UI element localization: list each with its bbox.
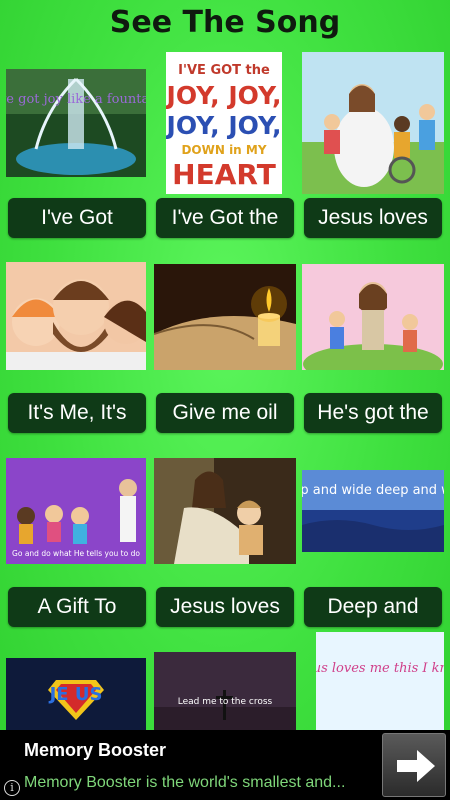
thumb-text: Lead me to the cross [178,697,273,707]
song-button-7[interactable]: A Gift To [8,587,146,627]
ad-title: Memory Booster [24,740,167,760]
deep-and-wide-thumbnail: Deep and wide deep and wide [302,470,444,552]
cartoon-faces-thumbnail [6,262,146,370]
thumb-text: I've got joy like a fountain [6,92,146,107]
song-button-4[interactable]: It's Me, It's [8,393,146,433]
joy-poster-thumbnail: I'VE GOT the JOY, JOY, JOY, JOY, DOWN in… [166,52,282,194]
song-thumbnail-7[interactable]: Go and do what He tells you to do [6,458,146,564]
song-button-5[interactable]: Give me oil [156,393,294,433]
ad-description: Memory Booster is the world's smallest a… [24,774,346,791]
thumb-text: JE US [48,684,103,705]
song-button-2[interactable]: I've Got the [156,198,294,238]
superman-jesus-thumbnail: JE US [6,658,146,730]
jesus-loves-me-thumbnail: Jesus loves me this I know [316,632,444,730]
fountain-thumbnail: I've got joy like a fountain [6,69,146,177]
song-button-9[interactable]: Deep and [304,587,442,627]
thumb-text: Deep and wide deep and wide [302,483,444,498]
song-thumbnail-12[interactable]: Jesus loves me this I know [316,632,444,730]
song-button-6[interactable]: He's got the [304,393,442,433]
kids-purple-thumbnail: Go and do what He tells you to do [6,458,146,564]
song-thumbnail-2[interactable]: I'VE GOT the JOY, JOY, JOY, JOY, DOWN in… [166,52,282,194]
ad-arrow-button[interactable] [382,733,446,797]
song-thumbnail-9[interactable]: Deep and wide deep and wide [302,470,444,552]
right-arrow-icon [397,750,435,782]
jesus-holding-child-thumbnail [154,458,296,564]
lead-me-cross-thumbnail: Lead me to the cross [154,652,296,730]
candle-bible-thumbnail [154,264,296,370]
jesus-with-children-thumbnail [302,52,444,194]
song-thumbnail-6[interactable] [302,264,444,370]
song-button-1[interactable]: I've Got [8,198,146,238]
song-thumbnail-5[interactable] [154,264,296,370]
svg-text:HEART: HEART [172,158,276,191]
song-thumbnail-1[interactable]: I've got joy like a fountain [6,69,146,177]
song-thumbnail-8[interactable] [154,458,296,564]
song-button-8[interactable]: Jesus loves [156,587,294,627]
svg-text:I'VE GOT the: I'VE GOT the [178,63,270,78]
cartoon-jesus-thumbnail [302,264,444,370]
ad-banner[interactable]: Memory Booster i Memory Booster is the w… [0,730,450,800]
song-thumbnail-10[interactable]: JE US [6,658,146,730]
song-grid: I've got joy like a fountain I'VE GOT th… [0,0,450,730]
thumb-text: Jesus loves me this I know [316,661,444,676]
svg-text:JOY, JOY,: JOY, JOY, [166,111,281,140]
app-title: See The Song [109,5,341,40]
song-thumbnail-4[interactable] [6,262,146,370]
svg-text:JOY, JOY,: JOY, JOY, [166,81,281,110]
song-button-3[interactable]: Jesus loves [304,198,442,238]
svg-text:DOWN in MY: DOWN in MY [181,143,266,157]
thumb-text: Go and do what He tells you to do [12,549,140,558]
song-thumbnail-3[interactable] [302,52,444,194]
song-thumbnail-11[interactable]: Lead me to the cross [154,652,296,730]
info-icon[interactable]: i [4,780,20,796]
